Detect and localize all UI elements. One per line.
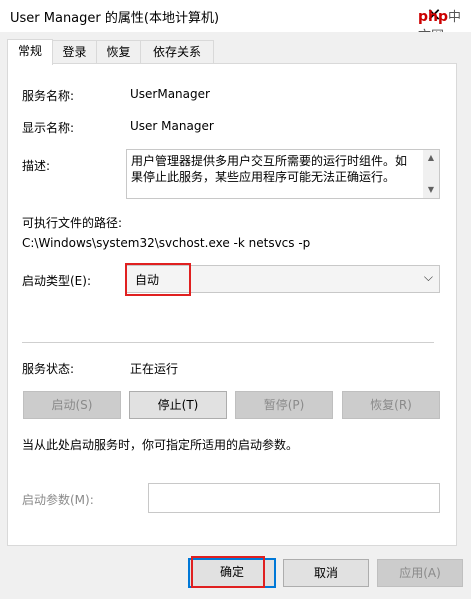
description-text: 用户管理器提供多用户交互所需要的运行时组件。如果停止此服务，某些应用程序可能无法… xyxy=(131,154,408,184)
tab-logon[interactable]: 登录 xyxy=(52,40,97,63)
start-button[interactable]: 启动(S) xyxy=(23,391,121,419)
tab-general[interactable]: 常规 xyxy=(7,39,53,65)
pause-button[interactable]: 暂停(P) xyxy=(235,391,333,419)
window-title: User Manager 的属性(本地计算机) xyxy=(10,11,220,26)
scroll-up-icon[interactable]: ▲ xyxy=(423,150,439,166)
description-box[interactable]: 用户管理器提供多用户交互所需要的运行时组件。如果停止此服务，某些应用程序可能无法… xyxy=(126,149,440,199)
params-label: 启动参数(M): xyxy=(22,493,94,507)
path-label: 可执行文件的路径: xyxy=(22,216,123,230)
description-label: 描述: xyxy=(22,159,51,173)
apply-button[interactable]: 应用(A) xyxy=(377,559,463,587)
cancel-button[interactable]: 取消 xyxy=(283,559,369,587)
description-scrollbar[interactable]: ▲ ▼ xyxy=(423,150,439,198)
service-status-value: 正在运行 xyxy=(130,362,179,376)
tab-recovery[interactable]: 恢复 xyxy=(96,40,141,63)
path-value: C:\Windows\system32\svchost.exe -k netsv… xyxy=(22,236,311,250)
params-input[interactable] xyxy=(148,483,440,513)
general-panel xyxy=(7,63,457,546)
tab-dependencies[interactable]: 依存关系 xyxy=(140,40,214,63)
watermark-brand: php xyxy=(418,9,449,25)
stop-button[interactable]: 停止(T) xyxy=(129,391,227,419)
divider xyxy=(22,342,434,343)
service-status-label: 服务状态: xyxy=(22,362,75,376)
highlight-box-ok xyxy=(191,556,265,588)
display-name-label: 显示名称: xyxy=(22,121,75,135)
display-name-value: User Manager xyxy=(130,119,214,133)
highlight-box-startup xyxy=(125,263,191,296)
startup-type-label: 启动类型(E): xyxy=(22,274,91,288)
resume-button[interactable]: 恢复(R) xyxy=(342,391,440,419)
params-hint: 当从此处启动服务时，你可指定所适用的启动参数。 xyxy=(22,438,299,452)
service-name-value: UserManager xyxy=(130,87,210,101)
title-bar: User Manager 的属性(本地计算机) ✕ php中文网 xyxy=(0,0,471,44)
chevron-down-icon: ⌵ xyxy=(423,270,433,284)
service-name-label: 服务名称: xyxy=(22,89,75,103)
scroll-down-icon[interactable]: ▼ xyxy=(423,182,439,198)
